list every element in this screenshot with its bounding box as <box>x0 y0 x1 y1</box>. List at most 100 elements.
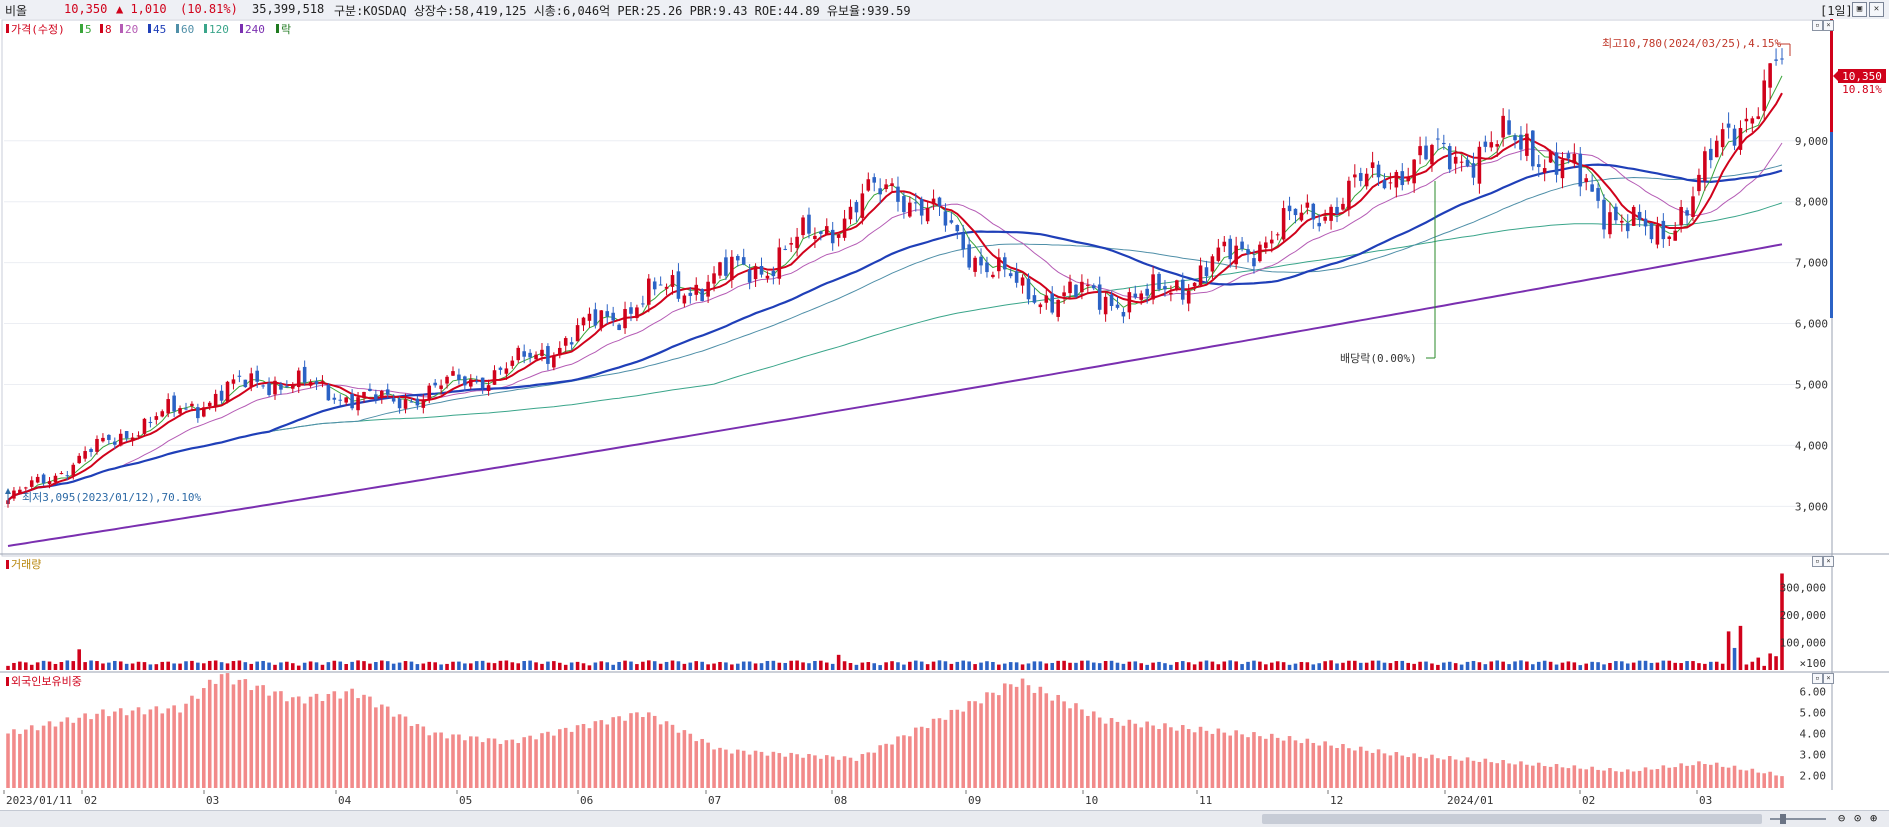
legend-item-8: 8 <box>105 23 112 36</box>
foreign-ratio-bar <box>819 758 823 788</box>
volume-bar <box>1335 663 1339 670</box>
zoom-slider[interactable] <box>1770 814 1830 824</box>
foreign-ratio-bar <box>1554 764 1559 788</box>
foreign-ratio-bar <box>1442 759 1446 788</box>
volume-bar <box>1192 664 1197 670</box>
foreign-ratio-bar <box>1483 758 1488 788</box>
candle-body <box>1264 242 1268 248</box>
volume-bar <box>1341 662 1345 670</box>
volume-bar <box>1056 660 1060 670</box>
volume-bar <box>890 661 894 670</box>
volume-bar <box>979 662 983 670</box>
candle-body <box>308 381 313 386</box>
foreign-ratio-bar <box>1685 765 1689 788</box>
legend-price: 가격(수정) <box>11 23 65 36</box>
foreign-ratio-bar <box>267 695 271 788</box>
foreign-ratio-bar <box>1560 767 1565 788</box>
candle-body <box>1382 180 1387 189</box>
volume-bar <box>949 663 954 670</box>
foreign-ratio-bar <box>528 735 532 788</box>
volume-bar <box>391 663 396 670</box>
foreign-close-button[interactable]: × <box>1823 673 1834 684</box>
candle-body <box>902 196 906 213</box>
volume-bar <box>498 660 503 670</box>
foreign-ratio-bar <box>1471 760 1476 788</box>
foreign-ratio-bar <box>1525 764 1529 788</box>
panel-close-button[interactable]: × <box>1823 20 1834 31</box>
candle-body <box>1655 224 1660 245</box>
scroll-thumb[interactable] <box>1262 814 1762 824</box>
foreign-ratio-bar <box>1465 757 1470 788</box>
foreign-ratio-bar <box>18 733 22 788</box>
candle-body <box>1430 144 1434 165</box>
foreign-ratio-bar <box>118 708 123 788</box>
stock-chart[interactable]: 3,000 4,000 5,000 6,000 7,000 8,000 9,000 300,… <box>0 19 1889 811</box>
volume-bar <box>1026 663 1031 670</box>
candle-body <box>451 371 455 376</box>
volume-bar <box>1578 665 1583 670</box>
candle-body <box>688 292 693 296</box>
volume-max-button[interactable]: ▫ <box>1812 556 1823 567</box>
volume-bar <box>528 660 532 670</box>
foreign-ratio-bar <box>593 721 598 788</box>
volume-bar <box>569 662 574 670</box>
volume-bar <box>202 663 206 670</box>
foreign-ratio-bar <box>178 712 182 788</box>
candle-body <box>1507 120 1511 135</box>
candle-body <box>1501 115 1505 138</box>
zoom-reset-icon[interactable]: ⊙ <box>1854 811 1861 825</box>
candle-body <box>1275 234 1280 236</box>
candle-body <box>1133 293 1138 298</box>
candle-body <box>1720 129 1725 148</box>
candle-body <box>1525 133 1529 156</box>
foreign-max-button[interactable]: ▫ <box>1812 673 1823 684</box>
foreign-ratio-bar <box>635 712 639 788</box>
zoom-in-icon[interactable]: ⊕ <box>1870 811 1877 825</box>
candle-body <box>617 324 621 331</box>
volume-bar <box>344 664 348 670</box>
foreign-ratio-bar <box>979 703 983 788</box>
candle-body <box>997 257 1001 272</box>
zoom-out-icon[interactable]: ⊖ <box>1838 811 1845 825</box>
candle-body <box>1667 236 1672 239</box>
legend-swatch <box>100 24 103 33</box>
candle-body <box>913 202 918 204</box>
foreign-ratio-bar <box>1531 765 1535 788</box>
foreign-ratio-bar <box>415 724 420 788</box>
foreign-ratio-bar <box>279 691 283 788</box>
foreign-ratio-bar <box>89 719 93 788</box>
candle-body <box>836 234 841 238</box>
foreign-ratio-bar <box>1032 692 1037 788</box>
maximize-button[interactable]: ▣ <box>1852 2 1867 17</box>
foreign-ratio-bar <box>1400 755 1405 788</box>
foreign-ratio-bar <box>172 705 176 788</box>
candle-body <box>219 390 224 401</box>
volume-bar <box>1275 661 1280 670</box>
volume-bar <box>712 663 716 670</box>
volume-bar <box>1032 661 1037 670</box>
foreign-ratio-bar <box>1566 768 1571 788</box>
horizontal-scrollbar[interactable]: ⊖ ⊙ ⊕ <box>0 810 1889 827</box>
foreign-ratio-bar <box>1299 743 1304 788</box>
foreign-ratio-bar <box>973 701 977 788</box>
volume-bar <box>1620 661 1624 670</box>
foreign-ratio-bar <box>474 736 479 788</box>
foreign-ratio-bar <box>190 695 194 788</box>
foreign-ratio-bar <box>1216 728 1221 788</box>
foreign-ratio-bar <box>142 714 147 788</box>
candle-body <box>71 464 76 476</box>
period-button[interactable]: [1일] <box>1820 2 1853 19</box>
foreign-ratio-bar <box>1228 735 1233 788</box>
volume-close-button[interactable]: × <box>1823 556 1834 567</box>
foreign-ratio-bar <box>1222 732 1227 788</box>
close-button[interactable]: ✕ <box>1869 2 1884 17</box>
candle-body <box>1216 247 1221 261</box>
candle-body <box>255 370 259 382</box>
panel-max-button[interactable]: ▫ <box>1812 20 1823 31</box>
foreign-ratio-bar <box>646 712 651 788</box>
foreign-ratio-bar <box>1732 765 1737 788</box>
candle-body <box>1376 164 1381 178</box>
x-axis-label: 12 <box>1330 794 1343 807</box>
price-tag: 10,350 <box>1842 70 1882 83</box>
candle-body <box>884 184 888 190</box>
